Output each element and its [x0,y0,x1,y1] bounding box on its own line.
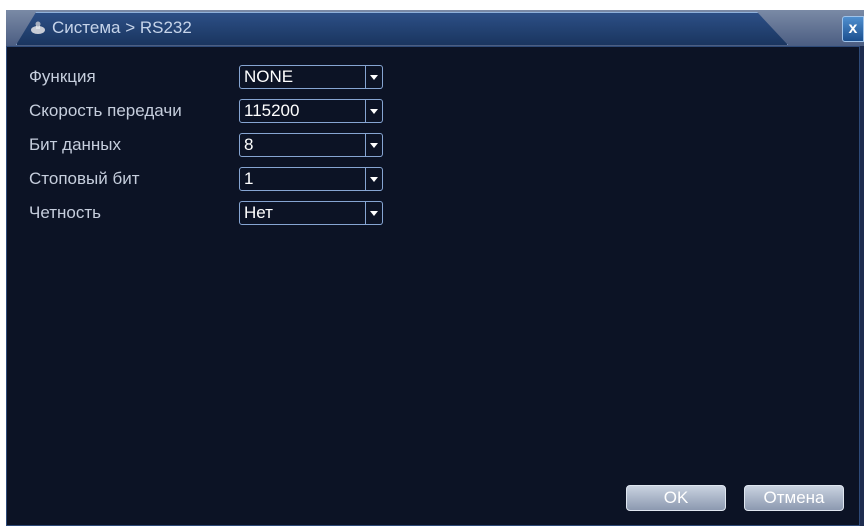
baud-rate-select[interactable]: 115200 [239,99,383,123]
settings-panel: Функция NONE Скорость передачи 115200 Би… [6,46,860,526]
parity-value: Нет [244,203,273,222]
cancel-button[interactable]: Отмена [744,485,844,511]
field-row-parity: Четность Нет [29,201,389,225]
baud-rate-label: Скорость передачи [29,101,182,120]
parity-label: Четность [29,203,101,222]
parity-select[interactable]: Нет [239,201,383,225]
chevron-down-icon[interactable] [365,168,382,190]
stop-bit-value: 1 [244,169,254,188]
field-row-baud-rate: Скорость передачи 115200 [29,99,389,123]
stop-bit-label: Стоповый бит [29,169,140,188]
field-row-function: Функция NONE [29,65,389,89]
system-tools-icon [30,21,46,35]
chevron-down-icon[interactable] [365,66,382,88]
window-title: Система > RS232 [52,18,192,37]
function-label: Функция [29,67,96,86]
close-icon: x [848,20,858,37]
title-bar: Система > RS232 x [6,10,864,46]
stop-bit-select[interactable]: 1 [239,167,383,191]
title-group: Система > RS232 [30,18,192,38]
data-bits-value: 8 [244,135,254,154]
chevron-down-icon[interactable] [365,134,382,156]
data-bits-select[interactable]: 8 [239,133,383,157]
chevron-down-icon[interactable] [365,100,382,122]
field-row-stop-bit: Стоповый бит 1 [29,167,389,191]
function-select[interactable]: NONE [239,65,383,89]
close-button[interactable]: x [842,16,864,42]
chevron-down-icon[interactable] [365,202,382,224]
baud-rate-value: 115200 [244,101,300,120]
ok-button[interactable]: OK [626,485,726,511]
rs232-dialog: Система > RS232 x Функция NONE Скорость … [6,10,864,526]
function-value: NONE [244,67,294,86]
data-bits-label: Бит данных [29,135,122,154]
field-row-data-bits: Бит данных 8 [29,133,389,157]
